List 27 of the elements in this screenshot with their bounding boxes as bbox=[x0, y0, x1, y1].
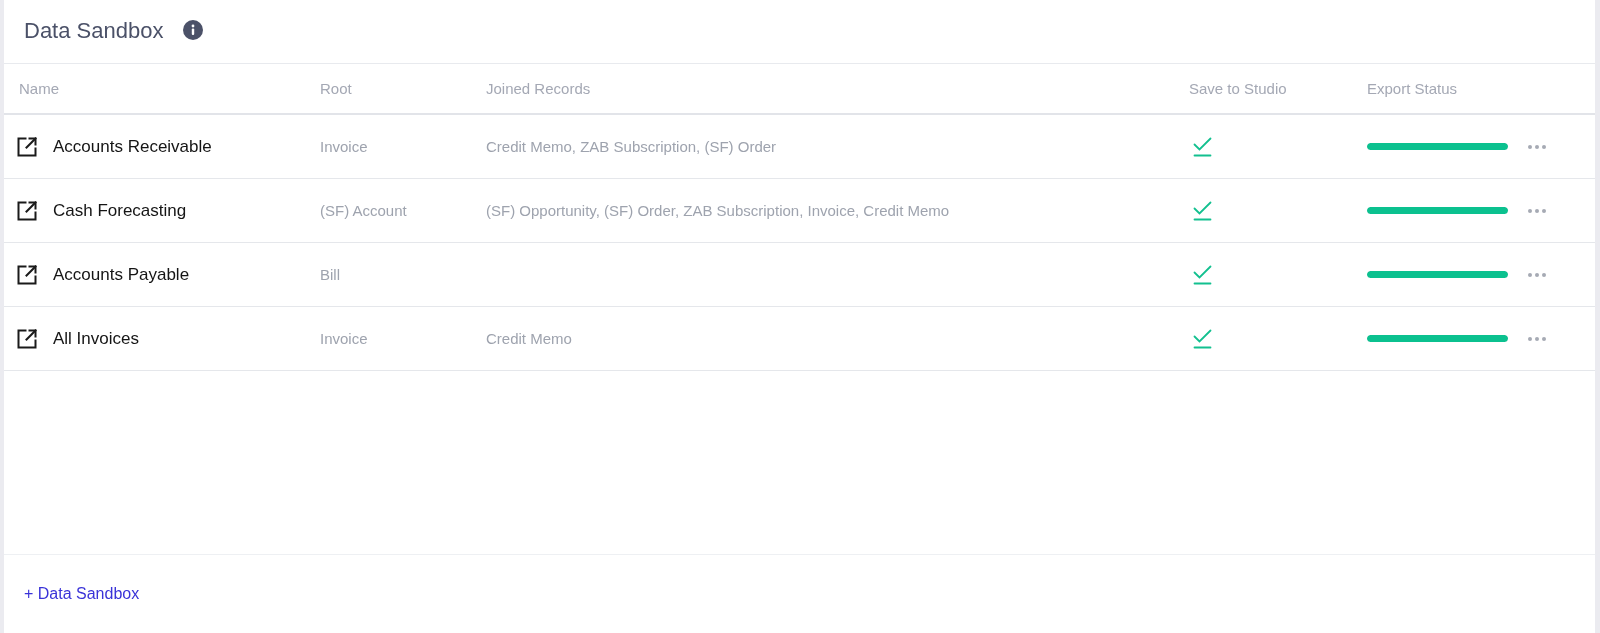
external-link-icon[interactable] bbox=[17, 328, 37, 349]
add-sandbox-link[interactable]: + Data Sandbox bbox=[24, 582, 140, 606]
sandbox-name: All Invoices bbox=[53, 327, 139, 350]
column-header: Name bbox=[19, 79, 59, 97]
column-header: Root bbox=[320, 79, 352, 97]
page-title: Data Sandbox bbox=[24, 16, 164, 45]
joined-records: Credit Memo bbox=[486, 329, 572, 347]
ellipsis-icon bbox=[1528, 336, 1546, 341]
joined-records: Credit Memo, ZAB Subscription, (SF) Order bbox=[486, 137, 777, 155]
sandbox-name: Cash Forecasting bbox=[53, 199, 187, 222]
ellipsis-icon bbox=[1528, 144, 1546, 149]
column-header: Joined Records bbox=[486, 79, 591, 97]
sandbox-name: Accounts Payable bbox=[53, 263, 190, 286]
root-object: (SF) Account bbox=[320, 201, 407, 219]
root-object: Bill bbox=[320, 265, 340, 283]
external-link-icon[interactable] bbox=[17, 136, 37, 157]
ellipsis-icon bbox=[1528, 272, 1546, 277]
ellipsis-icon bbox=[1528, 208, 1546, 213]
root-object: Invoice bbox=[320, 137, 368, 155]
column-header: Save to Studio bbox=[1189, 79, 1287, 97]
column-header: Export Status bbox=[1367, 79, 1458, 97]
info-icon[interactable] bbox=[183, 20, 204, 40]
sandbox-name: Accounts Receivable bbox=[53, 135, 212, 158]
external-link-icon[interactable] bbox=[17, 264, 37, 285]
joined-records: (SF) Opportunity, (SF) Order, ZAB Subscription, Invoice, Credit Memo bbox=[486, 201, 950, 219]
root-object: Invoice bbox=[320, 329, 368, 347]
external-link-icon[interactable] bbox=[17, 200, 37, 221]
